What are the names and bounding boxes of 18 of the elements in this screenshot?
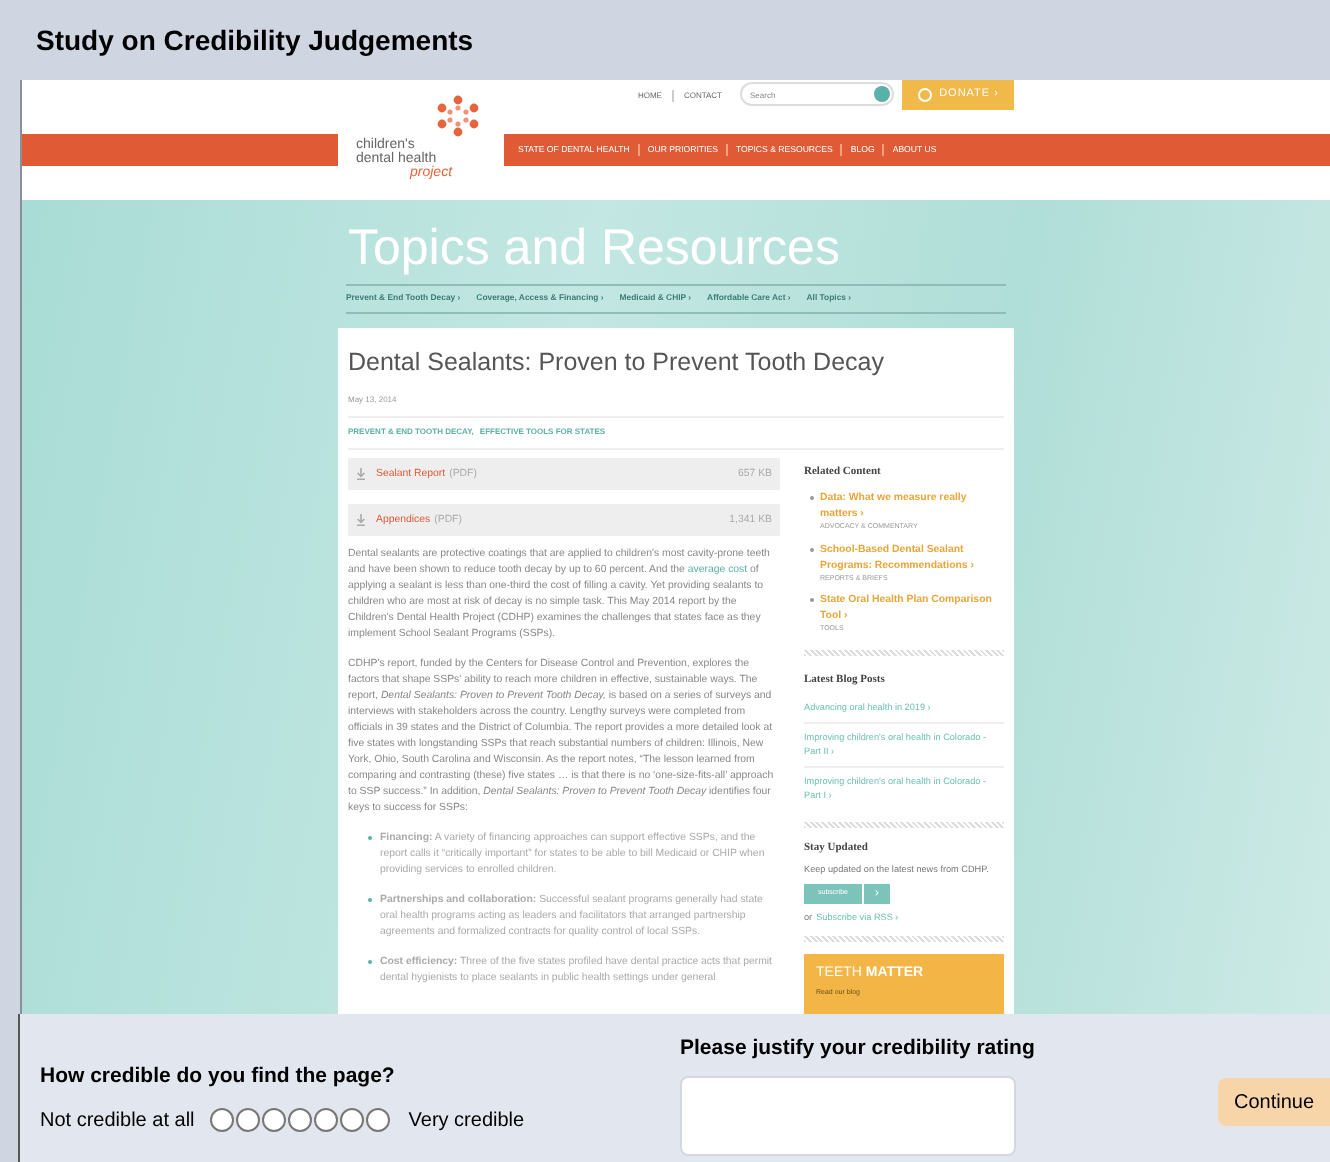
justification-field[interactable] xyxy=(680,1075,1016,1156)
window-title: Study on Credibility Judgements xyxy=(36,21,474,60)
continue-button[interactable]: Continue xyxy=(1218,1078,1330,1126)
scale-low-label: Not credible at all xyxy=(40,1107,195,1136)
download-icon xyxy=(356,514,366,526)
scale-high-label: Very credible xyxy=(408,1107,525,1136)
rating-radio[interactable] xyxy=(340,1108,365,1133)
download-icon xyxy=(356,468,366,480)
rating-radio[interactable] xyxy=(210,1108,235,1133)
rating-radio[interactable] xyxy=(314,1108,339,1133)
question-label: How credible do you find the page? xyxy=(40,1062,397,1092)
justify-label: Please justify your credibility rating xyxy=(680,1034,1035,1064)
rating-radio[interactable] xyxy=(262,1108,287,1133)
rating-radio[interactable] xyxy=(366,1108,391,1133)
rating-radio[interactable] xyxy=(236,1108,261,1133)
article-title: Dental Sealants: Proven to Prevent Tooth Decay xyxy=(348,346,886,378)
rating-radio[interactable] xyxy=(288,1108,313,1133)
page-heading: Topics and Resources xyxy=(346,220,842,276)
